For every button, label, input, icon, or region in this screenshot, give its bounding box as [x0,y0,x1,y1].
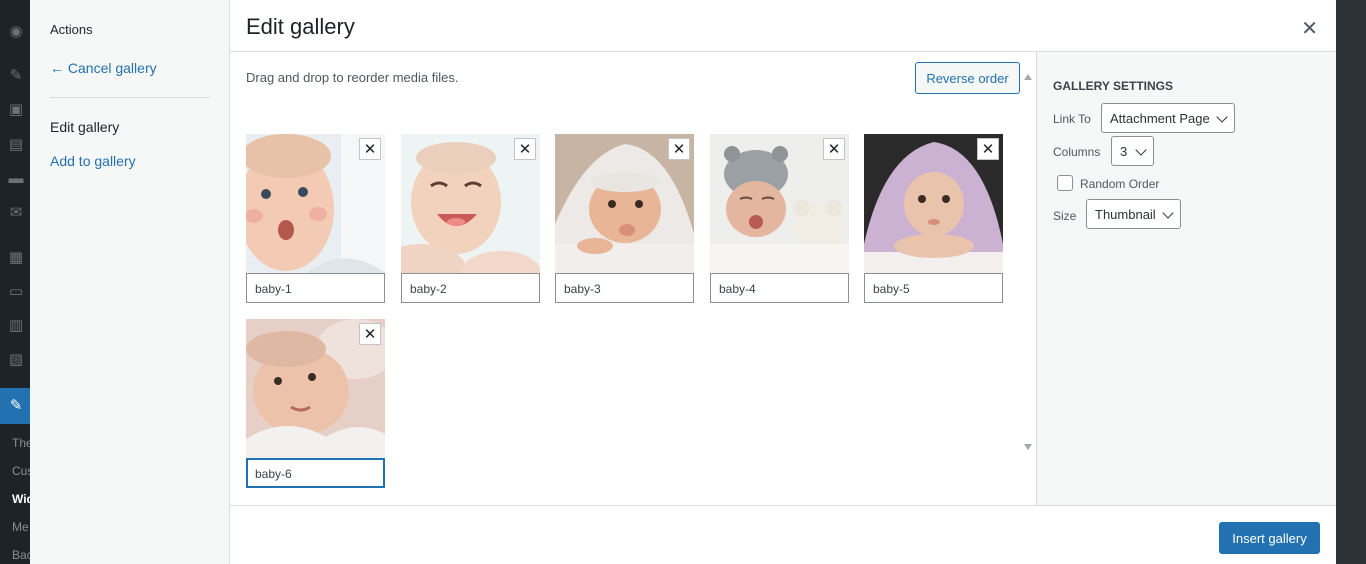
columns-select[interactable]: 3 [1111,136,1154,166]
reverse-order-button[interactable]: Reverse order [915,62,1020,94]
media-menu: Actions ← Cancel gallery Edit gallery Ad… [30,0,230,564]
columns-label: Columns [1053,145,1101,159]
scroll-up-arrow-icon[interactable] [1024,74,1032,80]
remove-icon[interactable]: ✕ [977,138,999,160]
remove-icon[interactable]: ✕ [359,323,381,345]
random-order-label: Random Order [1080,177,1160,191]
cancel-gallery-link[interactable]: ← Cancel gallery [50,60,157,76]
elementor-icon: ▧ [8,351,24,368]
instructions-text: Drag and drop to reorder media files. [246,70,459,85]
caption-field[interactable]: baby-2 [401,273,540,303]
content-scrollbar[interactable] [1020,72,1036,452]
menu-heading: Actions [50,22,93,37]
admin-menu-item-background: Bac [12,548,30,562]
admin-menu-item-menus: Me [12,520,29,534]
pages-icon: ▤ [8,136,24,153]
scroll-down-arrow-icon[interactable] [1024,444,1032,450]
page-title: Edit gallery [246,14,355,39]
close-icon[interactable]: ✕ [1301,16,1318,41]
gallery-settings-sidebar: Gallery Settings Link To Attachment Page… [1036,52,1336,505]
size-value: Thumbnail [1095,206,1156,222]
chevron-down-icon [1135,144,1147,156]
comments-icon: ▬ [8,170,24,187]
remove-icon[interactable]: ✕ [359,138,381,160]
dashboard-icon: ◉ [9,23,23,40]
caption-field[interactable]: baby-5 [864,273,1003,303]
appearance-icon: ✎ [9,397,23,414]
mail-icon: ✉ [9,204,23,221]
random-order-checkbox[interactable] [1057,175,1073,191]
caption-field[interactable]: baby-1 [246,273,385,303]
chevron-down-icon [1162,207,1174,219]
remove-icon[interactable]: ✕ [514,138,536,160]
media-icon: ▣ [8,101,24,118]
gallery-item[interactable]: ✕ baby-3 [555,134,694,303]
link-to-select[interactable]: Attachment Page [1101,103,1235,133]
gallery-content: Drag and drop to reorder media files. Re… [230,52,1036,505]
pin-icon: ✎ [9,67,23,84]
caption-field[interactable]: baby-3 [555,273,694,303]
gallery-settings-heading: Gallery Settings [1053,79,1174,93]
menu-item-edit-gallery[interactable]: Edit gallery [50,119,119,135]
gallery-item[interactable]: ✕ baby-1 [246,134,385,303]
media-toolbar: Insert gallery [230,505,1336,564]
size-select[interactable]: Thumbnail [1086,199,1181,229]
admin-menu-item-widgets: Wid [12,492,30,506]
gallery-item[interactable]: ✕ baby-6 [246,319,385,488]
folder-icon: ▭ [8,283,24,300]
remove-icon[interactable]: ✕ [823,138,845,160]
chevron-down-icon [1216,111,1228,123]
gallery-item[interactable]: ✕ baby-5 [864,134,1003,303]
gallery-item[interactable]: ✕ baby-2 [401,134,540,303]
size-label: Size [1053,209,1077,223]
backdrop-right [1336,0,1366,564]
gallery-item[interactable]: ✕ baby-4 [710,134,849,303]
media-frame-title: Edit gallery ✕ [230,0,1336,52]
remove-icon[interactable]: ✕ [668,138,690,160]
link-to-label: Link To [1053,112,1091,126]
insert-gallery-button[interactable]: Insert gallery [1219,522,1320,554]
admin-menu-background: ◉ ✎ ▣ ▤ ▬ ✉ ▦ ▭ ▥ ▧ ✎ The Cus Wid Me Bac [0,0,30,564]
menu-separator [50,97,210,98]
columns-value: 3 [1120,143,1128,159]
caption-field[interactable]: baby-6 [246,458,385,488]
admin-menu-item-customize: Cus [12,464,30,478]
plugin-icon: ▥ [8,317,24,334]
admin-menu-item-themes: The [12,436,30,450]
link-to-value: Attachment Page [1110,110,1210,126]
media-modal: Actions ← Cancel gallery Edit gallery Ad… [30,0,1336,564]
caption-field[interactable]: baby-4 [710,273,849,303]
forms-icon: ▦ [8,249,24,266]
menu-item-add-to-gallery[interactable]: Add to gallery [50,153,136,169]
